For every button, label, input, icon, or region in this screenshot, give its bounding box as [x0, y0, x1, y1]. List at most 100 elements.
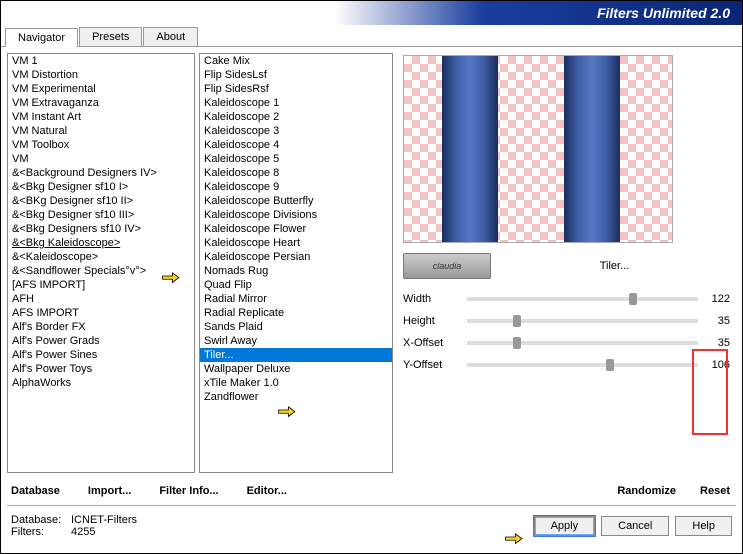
list-item[interactable]: Nomads Rug	[200, 264, 392, 278]
filters-value: 4255	[71, 526, 95, 538]
list-item[interactable]: Zandflower	[200, 390, 392, 404]
list-item[interactable]: Wallpaper Deluxe	[200, 362, 392, 376]
list-item[interactable]: [AFS IMPORT]	[8, 278, 194, 292]
import-button[interactable]: Import...	[88, 485, 131, 497]
param-slider[interactable]	[467, 319, 698, 323]
list-item[interactable]: Kaleidoscope 9	[200, 180, 392, 194]
param-row: Height35	[403, 311, 730, 331]
param-label: Width	[403, 293, 467, 305]
db-label: Database:	[11, 514, 71, 526]
list-item[interactable]: Alf's Power Toys	[8, 362, 194, 376]
list-item[interactable]: &<Bkg Designers sf10 IV>	[8, 222, 194, 236]
help-button[interactable]: Help	[675, 516, 732, 536]
list-item[interactable]: Kaleidoscope Persian	[200, 250, 392, 264]
preview-area	[403, 55, 673, 243]
list-item[interactable]: AFS IMPORT	[8, 306, 194, 320]
param-label: Y-Offset	[403, 359, 467, 371]
randomize-button[interactable]: Randomize	[617, 485, 676, 497]
list-item[interactable]: Swirl Away	[200, 334, 392, 348]
list-item[interactable]: Sands Plaid	[200, 320, 392, 334]
list-item[interactable]: Kaleidoscope 3	[200, 124, 392, 138]
list-item[interactable]: VM Experimental	[8, 82, 194, 96]
list-item[interactable]: VM	[8, 152, 194, 166]
list-item[interactable]: Kaleidoscope 5	[200, 152, 392, 166]
list-item[interactable]: VM Extravaganza	[8, 96, 194, 110]
list-item[interactable]: Kaleidoscope 4	[200, 138, 392, 152]
app-title: Filters Unlimited 2.0	[597, 5, 730, 21]
list-item[interactable]: &<Bkg Designer sf10 III>	[8, 208, 194, 222]
list-item[interactable]: &<Bkg Kaleidoscope>	[8, 236, 194, 250]
list-item[interactable]: &<Bkg Designer sf10 I>	[8, 180, 194, 194]
list-item[interactable]: Quad Flip	[200, 278, 392, 292]
preview-stripe	[564, 56, 620, 242]
param-slider[interactable]	[467, 341, 698, 345]
filter-title-row: claudia Tiler...	[403, 253, 730, 279]
list-item[interactable]: VM 1	[8, 54, 194, 68]
list-item[interactable]: AlphaWorks	[8, 376, 194, 390]
list-item[interactable]: Radial Replicate	[200, 306, 392, 320]
list-item[interactable]: &<Background Designers IV>	[8, 166, 194, 180]
footer-info: Database:ICNET-Filters Filters:4255	[11, 514, 137, 538]
right-action-row: Randomize Reset	[605, 479, 742, 503]
right-panel: claudia Tiler... Width122Height35X-Offse…	[397, 53, 736, 473]
list-item[interactable]: &<BKg Designer sf10 II>	[8, 194, 194, 208]
list-item[interactable]: VM Toolbox	[8, 138, 194, 152]
param-row: Y-Offset 106	[403, 355, 730, 375]
param-row: Width 122	[403, 289, 730, 309]
list-item[interactable]: VM Instant Art	[8, 110, 194, 124]
database-button[interactable]: Database	[11, 485, 60, 497]
db-value: ICNET-Filters	[71, 514, 137, 526]
category-list[interactable]: VM 1VM DistortionVM ExperimentalVM Extra…	[7, 53, 195, 473]
list-item[interactable]: Flip SidesLsf	[200, 68, 392, 82]
tab-about[interactable]: About	[143, 27, 198, 46]
param-label: X-Offset	[403, 337, 467, 349]
tab-strip: Navigator Presets About	[1, 27, 742, 47]
left-action-row: Database Import... Filter Info... Editor…	[1, 483, 297, 499]
list-item[interactable]: &<Sandflower Specials°v°>	[8, 264, 194, 278]
list-item[interactable]: Cake Mix	[200, 54, 392, 68]
tab-presets[interactable]: Presets	[79, 27, 142, 46]
list-item[interactable]: Kaleidoscope 1	[200, 96, 392, 110]
list-item[interactable]: Alf's Power Grads	[8, 334, 194, 348]
list-item[interactable]: Tiler...	[200, 348, 392, 362]
footer: Database:ICNET-Filters Filters:4255 Appl…	[1, 508, 742, 544]
author-stamp: claudia	[403, 253, 491, 279]
filters-label: Filters:	[11, 526, 71, 538]
list-item[interactable]: Kaleidoscope 8	[200, 166, 392, 180]
filter-info-button[interactable]: Filter Info...	[159, 485, 218, 497]
list-item[interactable]: VM Natural	[8, 124, 194, 138]
preview-stripe	[442, 56, 498, 242]
filter-list[interactable]: Cake MixFlip SidesLsfFlip SidesRsfKaleid…	[199, 53, 393, 473]
list-item[interactable]: Radial Mirror	[200, 292, 392, 306]
main-area: VM 1VM DistortionVM ExperimentalVM Extra…	[1, 47, 742, 479]
list-item[interactable]: Kaleidoscope Flower	[200, 222, 392, 236]
tab-navigator[interactable]: Navigator	[5, 28, 78, 47]
list-item[interactable]: Kaleidoscope 2	[200, 110, 392, 124]
list-item[interactable]: AFH	[8, 292, 194, 306]
param-row: X-Offset 35	[403, 333, 730, 353]
param-value: 35	[698, 315, 730, 327]
cancel-button[interactable]: Cancel	[601, 516, 669, 536]
list-item[interactable]: Alf's Border FX	[8, 320, 194, 334]
editor-button[interactable]: Editor...	[247, 485, 287, 497]
filter-title: Tiler...	[499, 260, 730, 272]
list-item[interactable]: VM Distortion	[8, 68, 194, 82]
apply-button[interactable]: Apply	[534, 516, 596, 536]
param-value: 106	[698, 359, 730, 371]
title-bar: Filters Unlimited 2.0	[1, 1, 742, 25]
divider	[7, 505, 736, 506]
list-item[interactable]: &<Kaleidoscope>	[8, 250, 194, 264]
list-item[interactable]: Alf's Power Sines	[8, 348, 194, 362]
footer-buttons: Apply Cancel Help	[534, 516, 732, 536]
param-slider[interactable]	[467, 363, 698, 367]
list-item[interactable]: xTile Maker 1.0	[200, 376, 392, 390]
param-value: 122	[698, 293, 730, 305]
list-item[interactable]: Kaleidoscope Divisions	[200, 208, 392, 222]
parameter-sliders: Width 122 Height35 X-Offset 35 Y-Offset 106	[403, 289, 730, 375]
list-item[interactable]: Flip SidesRsf	[200, 82, 392, 96]
param-slider[interactable]	[467, 297, 698, 301]
param-value: 35	[698, 337, 730, 349]
reset-button[interactable]: Reset	[700, 485, 730, 497]
list-item[interactable]: Kaleidoscope Butterfly	[200, 194, 392, 208]
list-item[interactable]: Kaleidoscope Heart	[200, 236, 392, 250]
